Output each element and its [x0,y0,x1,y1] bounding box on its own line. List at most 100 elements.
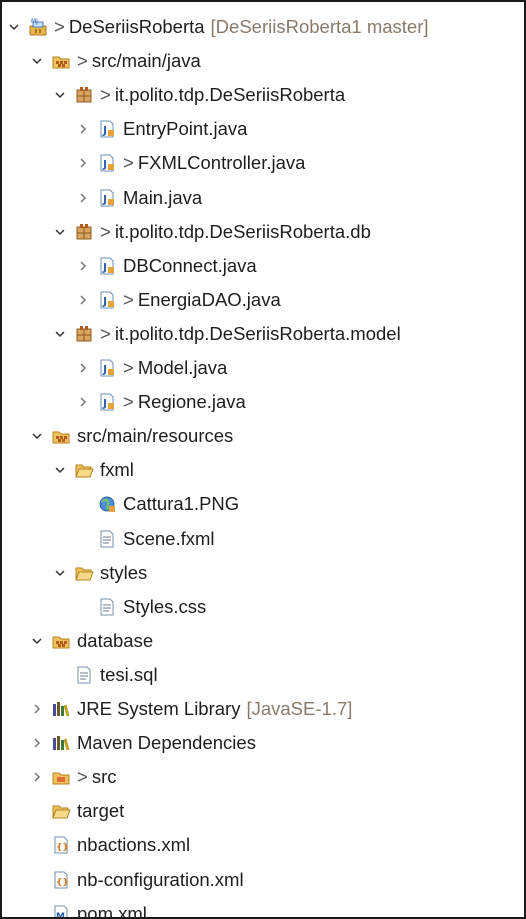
tree-item[interactable]: Mpom.xml [2,897,524,919]
svg-text:J: J [102,295,107,308]
tree-item-label: src/main/resources [77,425,234,447]
pom-file-icon: M [51,904,71,919]
tree-item-label: DBConnect.java [123,254,257,276]
tree-item-label: pom.xml [77,902,147,919]
tree-item[interactable]: target [2,794,524,828]
image-file-icon [97,494,117,514]
tree-item[interactable]: J > EnergiaDAO.java [2,283,524,317]
tree-item-label: tesi.sql [100,663,158,685]
tree-item[interactable]: src/main/resources [2,419,524,453]
git-dirty-marker: > [100,220,111,242]
tree-item-decoration: [DeSeriisRoberta1 master] [210,16,429,37]
svg-text:M: M [56,912,65,919]
tree-item[interactable]: > it.polito.tdp.DeSeriisRoberta [2,78,524,112]
expand-toggle-open-icon[interactable] [27,44,47,78]
package-icon [74,324,94,344]
expand-toggle-closed-icon[interactable] [73,146,93,180]
tree-item-label: FXMLController.java [137,152,306,174]
svg-text:MJ: MJ [31,18,38,25]
tree-item[interactable]: Cattura1.PNG [2,487,524,521]
tree-item[interactable]: database [2,624,524,658]
expand-toggle-open-icon[interactable] [50,453,70,487]
tree-item-label: target [77,800,125,822]
tree-item[interactable]: J Main.java [2,181,524,215]
tree-item[interactable]: > it.polito.tdp.DeSeriisRoberta.db [2,215,524,249]
expand-toggle-open-icon[interactable] [4,10,24,44]
git-dirty-marker: > [100,322,111,344]
git-dirty-marker: > [123,391,134,413]
tree-item[interactable]: {} nb-configuration.xml [2,863,524,897]
expand-toggle-open-icon[interactable] [50,317,70,351]
tree-item[interactable]: fxml [2,453,524,487]
svg-text:J: J [102,261,107,274]
tree-item[interactable]: J > FXMLController.java [2,146,524,180]
tree-item-label: EntryPoint.java [123,118,248,140]
git-dirty-marker: > [123,288,134,310]
expand-toggle-open-icon[interactable] [50,556,70,590]
tree-item[interactable]: J EntryPoint.java [2,112,524,146]
expand-toggle-closed-icon[interactable] [73,385,93,419]
svg-text:J: J [102,397,107,410]
tree-item-label: Model.java [137,357,228,378]
git-dirty-marker: > [54,16,65,37]
svg-text:J: J [102,158,107,171]
expand-toggle-closed-icon[interactable] [73,283,93,317]
java-file-icon: J [97,256,117,276]
expand-toggle-open-icon[interactable] [50,78,70,112]
expand-toggle-open-icon[interactable] [50,215,70,249]
tree-item[interactable]: > src/main/java [2,44,524,78]
tree-item[interactable]: Styles.css [2,590,524,624]
expand-toggle-closed-icon[interactable] [73,112,93,146]
tree-item[interactable]: styles [2,556,524,590]
java-file-icon: J [97,153,117,173]
git-dirty-marker: > [123,152,134,174]
tree-item[interactable]: J > Regione.java [2,385,524,419]
java-file-icon: J [97,119,117,139]
svg-text:J: J [102,193,107,206]
tree-item-label: it.polito.tdp.DeSeriisRoberta.model [114,322,401,344]
expand-toggle-closed-icon[interactable] [27,692,47,726]
tree-item-label: Scene.fxml [123,527,215,549]
tree-item[interactable]: MJ > DeSeriisRoberta [DeSeriisRoberta1 mast… [2,10,524,44]
tree-item[interactable]: tesi.sql [2,658,524,692]
expand-toggle-closed-icon[interactable] [73,181,93,215]
expand-toggle-open-icon[interactable] [27,419,47,453]
tree-item[interactable]: > it.polito.tdp.DeSeriisRoberta.model [2,317,524,351]
tree-item-label: database [77,629,154,651]
folder-open-icon [74,460,94,480]
text-file-icon [97,529,117,549]
tree-item[interactable]: Scene.fxml [2,522,524,556]
library-icon [51,699,71,719]
tree-item-label: it.polito.tdp.DeSeriisRoberta.db [114,220,371,242]
expand-toggle-closed-icon[interactable] [73,351,93,385]
source-folder-icon [51,631,71,651]
tree-item[interactable]: J DBConnect.java [2,249,524,283]
tree-item-label: src [91,766,117,788]
expand-toggle-closed-icon[interactable] [27,760,47,794]
expand-toggle-closed-icon[interactable] [73,249,93,283]
package-icon [74,222,94,242]
java-file-icon: J [97,290,117,310]
tree-item[interactable]: J > Model.java [2,351,524,385]
expand-toggle-closed-icon[interactable] [27,726,47,760]
tree-item[interactable]: Maven Dependencies [2,726,524,760]
expand-toggle-open-icon[interactable] [27,624,47,658]
tree-item-label: Regione.java [137,391,246,413]
java-file-icon: J [97,188,117,208]
tree-item-label: styles [100,561,148,583]
svg-text:J: J [102,363,107,376]
tree-item[interactable]: JRE System Library [JavaSE-1.7] [2,692,524,726]
java-file-icon: J [97,392,117,412]
xml-file-icon: {} [51,835,71,855]
tree-item[interactable]: {} nbactions.xml [2,828,524,862]
project-explorer-tree: MJ > DeSeriisRoberta [DeSeriisRoberta1 mast… [0,0,526,919]
tree-item[interactable]: > src [2,760,524,794]
source-folder-icon [51,51,71,71]
tree-item-label: nb-configuration.xml [77,868,244,890]
